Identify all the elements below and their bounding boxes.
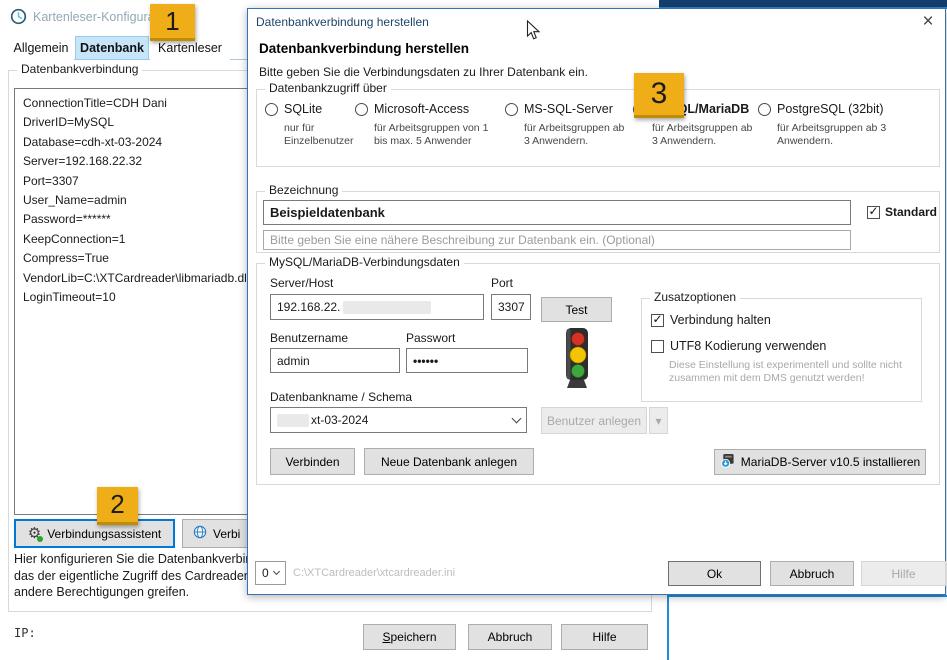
standard-checkbox[interactable]: Standard xyxy=(867,205,937,219)
speichern-button[interactable]: Speichern xyxy=(363,624,456,650)
radio-icon[interactable] xyxy=(505,103,518,116)
test-button[interactable]: Test xyxy=(541,297,612,322)
abbruch-button[interactable]: Abbruch xyxy=(770,561,854,586)
gear-icon: ⚙ xyxy=(28,526,41,541)
group-label: Datenbankzugriff über xyxy=(265,81,391,95)
verbindungsassistent-button[interactable]: ⚙ Verbindungsassistent xyxy=(14,519,175,548)
checkbox-unchecked-icon[interactable] xyxy=(651,340,664,353)
clock-icon xyxy=(10,8,27,30)
checkbox-checked-icon[interactable] xyxy=(651,314,664,327)
mouse-cursor xyxy=(526,20,541,46)
create-user-button[interactable]: Benutzer anlegen xyxy=(541,407,647,434)
group-label: MySQL/MariaDB-Verbindungsdaten xyxy=(265,255,464,269)
dialog-heading: Datenbankverbindung herstellen xyxy=(259,41,469,56)
bezeichnung-group: Bezeichnung Beispieldatenbank Standard B… xyxy=(256,191,940,253)
mysql-connection-group: MySQL/MariaDB-Verbindungsdaten Server/Ho… xyxy=(256,263,940,485)
group-label: Datenbankverbindung xyxy=(17,62,142,76)
counter-combobox[interactable]: 0 xyxy=(255,561,286,585)
dialog-title: Datenbankverbindung herstellen xyxy=(256,15,429,29)
radio-icon[interactable] xyxy=(758,103,771,116)
radio-icon[interactable] xyxy=(355,103,368,116)
utf8-note: Diese Einstellung ist experimentell und … xyxy=(669,359,907,385)
username-input[interactable]: admin xyxy=(270,348,400,373)
checkbox-checked-icon[interactable] xyxy=(867,206,880,219)
chevron-down-icon[interactable] xyxy=(273,567,280,574)
radio-option-access[interactable]: Microsoft-Access für Arbeitsgruppen von … xyxy=(355,102,500,148)
abbruch-button[interactable]: Abbruch xyxy=(468,624,552,650)
database-schema-combobox[interactable]: xt-03-2024 xyxy=(270,407,527,433)
help-text: Hier konfigurieren Sie die Datenbankverb… xyxy=(14,551,252,601)
redacted-text xyxy=(343,301,431,314)
create-user-splitbutton[interactable]: Benutzer anlegen ▾ xyxy=(541,407,668,434)
db-connection-dialog: Datenbankverbindung herstellen × Datenba… xyxy=(247,8,946,595)
ini-path-text: C:\XTCardreader\xtcardreader.ini xyxy=(293,567,455,579)
password-label: Passwort xyxy=(406,331,455,345)
radio-option-mssql[interactable]: MS-SQL-Server für Arbeitsgruppen ab 3 An… xyxy=(505,102,627,148)
neue-datenbank-button[interactable]: Neue Datenbank anlegen xyxy=(364,448,534,475)
port-label: Port xyxy=(491,276,513,290)
tab-allgemein[interactable]: Allgemein xyxy=(8,36,74,60)
screen: Kartenleser-Konfiguration Allgemein Date… xyxy=(0,0,947,660)
behind-window-bottom-fragment xyxy=(667,595,947,660)
password-input[interactable]: •••••• xyxy=(406,348,528,373)
group-label: Zusatzoptionen xyxy=(650,290,740,304)
create-user-dropdown-arrow[interactable]: ▾ xyxy=(649,407,668,434)
db-access-group: Datenbankzugriff über SQLite nur für Ein… xyxy=(256,89,940,167)
database-name-input[interactable]: Beispieldatenbank xyxy=(263,200,851,225)
server-host-input[interactable]: 192.168.22. xyxy=(270,294,484,320)
database-schema-label: Datenbankname / Schema xyxy=(270,390,412,404)
install-icon xyxy=(720,453,735,471)
redacted-text xyxy=(277,414,309,427)
tab-datenbank[interactable]: Datenbank xyxy=(75,36,149,60)
radio-option-postgresql[interactable]: PostgreSQL (32bit) für Arbeitsgruppen ab… xyxy=(758,102,898,148)
annotation-badge-1: 1 xyxy=(150,4,195,41)
traffic-light-icon xyxy=(554,326,598,395)
username-label: Benutzername xyxy=(270,331,348,345)
annotation-badge-2: 2 xyxy=(97,487,138,525)
install-mariadb-button[interactable]: MariaDB-Server v10.5 installieren xyxy=(714,449,926,475)
globe-icon xyxy=(193,525,207,542)
ip-label: IP: xyxy=(14,626,36,640)
radio-option-sqlite[interactable]: SQLite nur für Einzelbenutzer xyxy=(265,102,353,148)
radio-icon[interactable] xyxy=(265,103,278,116)
description-input[interactable]: Bitte geben Sie eine nähere Beschreibung… xyxy=(263,230,851,250)
verbinden-button[interactable]: Verbinden xyxy=(270,448,355,475)
utf8-checkbox[interactable]: UTF8 Kodierung verwenden xyxy=(651,339,826,353)
group-label: Bezeichnung xyxy=(265,183,342,197)
close-icon[interactable]: × xyxy=(917,11,939,33)
server-host-label: Server/Host xyxy=(270,276,333,290)
port-input[interactable]: 3307 xyxy=(491,294,531,320)
chevron-down-icon[interactable] xyxy=(512,413,522,423)
hilfe-button-disabled[interactable]: Hilfe xyxy=(861,561,946,586)
keep-connection-checkbox[interactable]: Verbindung halten xyxy=(651,313,771,327)
dialog-subtitle: Bitte geben Sie die Verbindungsdaten zu … xyxy=(259,65,588,79)
hilfe-button[interactable]: Hilfe xyxy=(561,624,648,650)
annotation-badge-3: 3 xyxy=(634,73,684,118)
zusatzoptionen-group: Zusatzoptionen Verbindung halten UTF8 Ko… xyxy=(641,298,922,402)
ok-button[interactable]: Ok xyxy=(668,561,761,586)
